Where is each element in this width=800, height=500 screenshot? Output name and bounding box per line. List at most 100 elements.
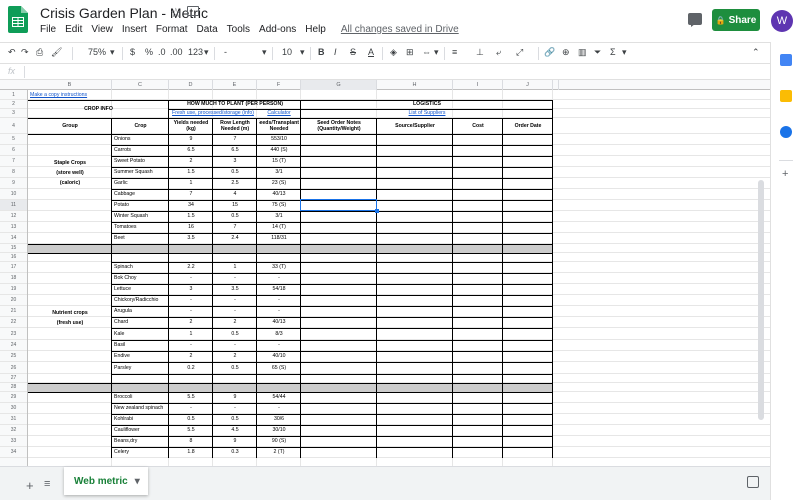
seeds-value[interactable]: 75 (S) — [259, 200, 299, 211]
seeds-value[interactable]: - — [259, 306, 299, 317]
font-family-select[interactable]: - — [224, 47, 227, 57]
yield-value[interactable]: 1 — [171, 178, 211, 189]
row-length-value[interactable]: 4.5 — [215, 425, 255, 436]
increase-decimal-button[interactable]: .00 — [170, 47, 183, 57]
row-header[interactable]: 8 — [0, 167, 27, 178]
row-length-value[interactable]: 3.5 — [215, 284, 255, 295]
crop-name[interactable]: Onions — [114, 134, 167, 145]
yield-value[interactable]: 2 — [171, 156, 211, 167]
seeds-value[interactable]: 553/10 — [259, 134, 299, 145]
keep-icon[interactable] — [780, 90, 792, 102]
column-header[interactable]: H — [377, 80, 453, 90]
row-header[interactable]: 4 — [0, 118, 27, 134]
yield-value[interactable]: 5.5 — [171, 425, 211, 436]
yield-value[interactable]: 2.2 — [171, 262, 211, 273]
menu-addons[interactable]: Add-ons — [259, 24, 296, 35]
crop-name[interactable]: Spinach — [114, 262, 167, 273]
crop-name[interactable]: Lettuce — [114, 284, 167, 295]
row-header[interactable]: 22 — [0, 317, 27, 328]
crop-name[interactable]: Endive — [114, 351, 167, 362]
row-length-value[interactable]: 2 — [215, 351, 255, 362]
seeds-value[interactable]: 65 (S) — [259, 362, 299, 374]
document-title[interactable]: Crisis Garden Plan - Metric — [40, 5, 208, 21]
functions-button[interactable]: Σ — [610, 47, 616, 57]
fresh-use-link[interactable]: Fresh use, processed/storage (info) — [171, 109, 255, 118]
column-header[interactable]: J — [503, 80, 553, 90]
row-length-value[interactable]: 1 — [215, 262, 255, 273]
yield-value[interactable]: 5.5 — [171, 392, 211, 403]
row-header[interactable]: 5 — [0, 134, 27, 145]
bold-button[interactable]: B — [318, 47, 325, 57]
row-length-value[interactable]: 0.5 — [215, 414, 255, 425]
add-sheet-icon[interactable]: + — [26, 478, 34, 493]
row-header[interactable]: 27 — [0, 374, 27, 383]
strikethrough-button[interactable]: S — [350, 47, 356, 57]
menu-format[interactable]: Format — [156, 24, 188, 35]
share-button[interactable]: 🔒 Share — [712, 9, 760, 31]
yield-value[interactable]: 2 — [171, 317, 211, 328]
text-color-button[interactable]: A — [368, 47, 374, 57]
seeds-value[interactable]: 40/10 — [259, 351, 299, 362]
row-length-value[interactable]: 0.5 — [215, 167, 255, 178]
paint-format-icon[interactable]: 🖌 — [51, 47, 62, 58]
row-length-value[interactable]: 0.5 — [215, 328, 255, 340]
seeds-value[interactable]: 2 (T) — [259, 447, 299, 458]
yield-value[interactable]: - — [171, 306, 211, 317]
insert-chart-icon[interactable]: ▥ — [578, 47, 587, 58]
row-length-value[interactable]: 2.5 — [215, 178, 255, 189]
row-header[interactable]: 33 — [0, 436, 27, 447]
row-header[interactable]: 23 — [0, 328, 27, 340]
seeds-value[interactable]: 23 (S) — [259, 178, 299, 189]
star-icon[interactable]: ☆ — [170, 5, 182, 21]
seeds-value[interactable]: 40/13 — [259, 317, 299, 328]
seeds-value[interactable]: - — [259, 273, 299, 284]
row-length-value[interactable]: 3 — [215, 156, 255, 167]
column-header[interactable]: D — [169, 80, 213, 90]
seeds-value[interactable]: 54/44 — [259, 392, 299, 403]
fill-color-icon[interactable]: ◈ — [390, 47, 397, 58]
italic-button[interactable]: I — [334, 47, 337, 57]
crop-name[interactable]: Carrots — [114, 145, 167, 156]
redo-icon[interactable]: ↷ — [21, 47, 29, 58]
row-header[interactable]: 10 — [0, 189, 27, 200]
formula-input[interactable] — [30, 66, 750, 78]
yield-value[interactable]: 1 — [171, 328, 211, 340]
yield-value[interactable]: 6.5 — [171, 145, 211, 156]
undo-icon[interactable]: ↶ — [8, 47, 16, 58]
row-length-value[interactable]: - — [215, 340, 255, 351]
calculator-link[interactable]: Calculator — [259, 109, 299, 118]
folder-move-icon[interactable] — [187, 6, 199, 16]
yield-value[interactable]: 3 — [171, 284, 211, 295]
row-header[interactable]: 14 — [0, 233, 27, 244]
row-length-value[interactable]: 6.5 — [215, 145, 255, 156]
row-header[interactable]: 24 — [0, 340, 27, 351]
text-wrap-icon[interactable]: ⤶ — [496, 47, 501, 58]
seeds-value[interactable]: 3/1 — [259, 211, 299, 222]
menu-data[interactable]: Data — [197, 24, 218, 35]
crop-name[interactable]: Arugula — [114, 306, 167, 317]
crop-name[interactable]: Sweet Potato — [114, 156, 167, 167]
row-header[interactable]: 9 — [0, 178, 27, 189]
row-length-value[interactable]: 4 — [215, 189, 255, 200]
crop-name[interactable]: Parsley — [114, 362, 167, 374]
seeds-value[interactable]: 90 (S) — [259, 436, 299, 447]
crop-name[interactable]: Cauliflower — [114, 425, 167, 436]
crop-name[interactable]: Bok Choy — [114, 273, 167, 284]
crop-name[interactable]: Chickory/Radicchio — [114, 295, 167, 306]
tab-web-metric[interactable]: Web metric ▾ — [64, 467, 148, 495]
seeds-value[interactable]: 15 (T) — [259, 156, 299, 167]
column-header[interactable] — [553, 80, 559, 90]
percent-button[interactable]: % — [145, 47, 153, 57]
row-header[interactable]: 34 — [0, 447, 27, 458]
seeds-value[interactable]: - — [259, 295, 299, 306]
row-length-value[interactable]: 0.3 — [215, 447, 255, 458]
row-header[interactable]: 17 — [0, 262, 27, 273]
row-header[interactable]: 11 — [0, 200, 27, 211]
seeds-value[interactable]: - — [259, 340, 299, 351]
row-header[interactable]: 1 — [0, 90, 27, 100]
spreadsheet-grid[interactable]: BCDEFGHIJ 1 2 3 4 5 6 7 8 9 10 11 12 13 14 15 16 17 18 19 2… — [0, 80, 770, 466]
column-header[interactable]: I — [453, 80, 503, 90]
vertical-scrollbar[interactable] — [758, 180, 764, 420]
seeds-value[interactable]: 14 (T) — [259, 222, 299, 233]
menu-edit[interactable]: Edit — [65, 24, 82, 35]
